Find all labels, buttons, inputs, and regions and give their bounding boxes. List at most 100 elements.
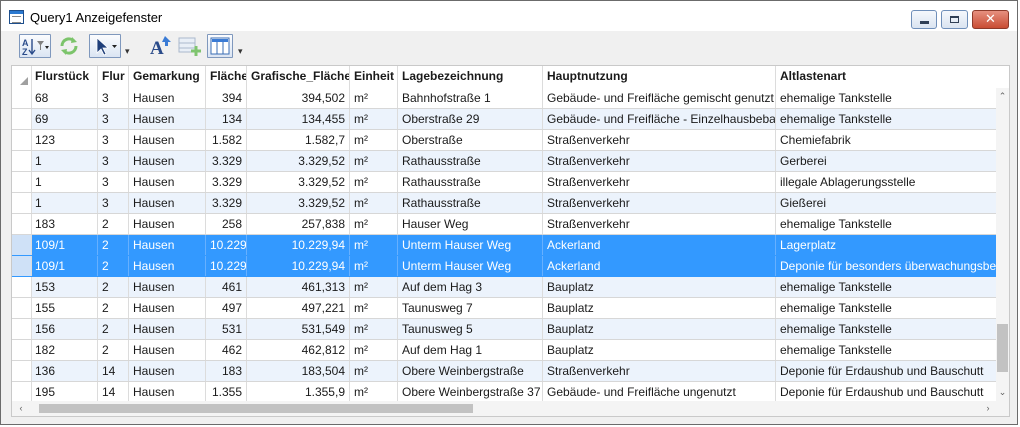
row-header[interactable] xyxy=(12,109,32,129)
vertical-scroll-thumb[interactable] xyxy=(997,324,1008,372)
minimize-button[interactable] xyxy=(911,10,937,29)
cell-gemarkung[interactable]: Hausen xyxy=(129,172,206,192)
cell-gemarkung[interactable]: Hausen xyxy=(129,193,206,213)
cell-hauptnutzung[interactable]: Straßenverkehr xyxy=(543,214,776,234)
cell-grafische-flaeche[interactable]: 531,549 xyxy=(247,319,350,339)
cell-lagebezeichnung[interactable]: Oberstraße 29 xyxy=(398,109,543,129)
cell-flaeche[interactable]: 134 xyxy=(206,109,247,129)
cell-flaeche[interactable]: 3.329 xyxy=(206,172,247,192)
cell-einheit[interactable]: m² xyxy=(350,361,398,381)
table-row[interactable]: 195 14 Hausen 1.355 1.355,9 m² Obere Weinbergs… xyxy=(12,382,997,403)
cell-hauptnutzung[interactable]: Bauplatz xyxy=(543,277,776,297)
row-header[interactable] xyxy=(12,193,32,213)
cell-einheit[interactable]: m² xyxy=(350,130,398,150)
cell-flurstueck[interactable]: 109/1 xyxy=(31,256,98,276)
cell-grafische-flaeche[interactable]: 134,455 xyxy=(247,109,350,129)
cell-flur[interactable]: 3 xyxy=(98,130,129,150)
table-row[interactable]: 1 3 Hausen 3.329 3.329,52 m² Rathausstraße Stra… xyxy=(12,151,997,172)
cell-gemarkung[interactable]: Hausen xyxy=(129,88,206,108)
cell-flurstueck[interactable]: 1 xyxy=(31,151,98,171)
cell-flur[interactable]: 2 xyxy=(98,214,129,234)
table-row[interactable]: 1 3 Hausen 3.329 3.329,52 m² Rathausstraße Stra… xyxy=(12,193,997,214)
cell-lagebezeichnung[interactable]: Obere Weinbergstraße 37 xyxy=(398,382,543,402)
horizontal-scroll-thumb[interactable] xyxy=(39,404,473,413)
cell-flur[interactable]: 3 xyxy=(98,109,129,129)
cell-flurstueck[interactable]: 195 xyxy=(31,382,98,402)
table-row[interactable]: 69 3 Hausen 134 134,455 m² Oberstraße 29 Gebäud… xyxy=(12,109,997,130)
cell-flurstueck[interactable]: 68 xyxy=(31,88,98,108)
cell-flur[interactable]: 2 xyxy=(98,256,129,276)
horizontal-scrollbar[interactable]: ‹ › xyxy=(12,401,997,416)
cell-gemarkung[interactable]: Hausen xyxy=(129,214,206,234)
cell-altlastenart[interactable]: ehemalige Tankstelle xyxy=(776,298,997,318)
table-row[interactable]: 182 2 Hausen 462 462,812 m² Auf dem Hag 1 Baupl… xyxy=(12,340,997,361)
cell-flur[interactable]: 2 xyxy=(98,298,129,318)
cell-flurstueck[interactable]: 182 xyxy=(31,340,98,360)
cell-flaeche[interactable]: 3.329 xyxy=(206,193,247,213)
row-header[interactable] xyxy=(12,256,32,276)
cell-grafische-flaeche[interactable]: 3.329,52 xyxy=(247,151,350,171)
cell-flurstueck[interactable]: 156 xyxy=(31,319,98,339)
cell-einheit[interactable]: m² xyxy=(350,235,398,255)
cell-hauptnutzung[interactable]: Straßenverkehr xyxy=(543,130,776,150)
cell-einheit[interactable]: m² xyxy=(350,277,398,297)
column-view-button[interactable] xyxy=(207,34,233,58)
cell-flurstueck[interactable]: 183 xyxy=(31,214,98,234)
cell-flaeche[interactable]: 258 xyxy=(206,214,247,234)
cell-hauptnutzung[interactable]: Straßenverkehr xyxy=(543,151,776,171)
cell-einheit[interactable]: m² xyxy=(350,172,398,192)
column-header-einheit[interactable]: Einheit xyxy=(350,66,398,88)
cell-gemarkung[interactable]: Hausen xyxy=(129,340,206,360)
cell-grafische-flaeche[interactable]: 10.229,94 xyxy=(247,256,350,276)
cell-einheit[interactable]: m² xyxy=(350,88,398,108)
cell-altlastenart[interactable]: Deponie für besonders überwachungsbedürf… xyxy=(776,256,997,276)
cell-gemarkung[interactable]: Hausen xyxy=(129,109,206,129)
query-result-grid[interactable]: Flurstück Flur Gemarkung Fläche Grafisch… xyxy=(11,65,1010,417)
cell-lagebezeichnung[interactable]: Rathausstraße xyxy=(398,172,543,192)
cell-hauptnutzung[interactable]: Ackerland xyxy=(543,256,776,276)
column-header-hauptnutzung[interactable]: Hauptnutzung xyxy=(543,66,776,88)
row-header[interactable] xyxy=(12,382,32,402)
cell-hauptnutzung[interactable]: Ackerland xyxy=(543,235,776,255)
cell-grafische-flaeche[interactable]: 1.582,7 xyxy=(247,130,350,150)
refresh-button[interactable] xyxy=(57,34,81,58)
row-header[interactable] xyxy=(12,88,32,108)
cell-hauptnutzung[interactable]: Gebäude- und Freifläche - Einzelhausbeba… xyxy=(543,109,776,129)
maximize-button[interactable] xyxy=(941,10,968,29)
cell-gemarkung[interactable]: Hausen xyxy=(129,319,206,339)
cell-lagebezeichnung[interactable]: Rathausstraße xyxy=(398,151,543,171)
cell-altlastenart[interactable]: ehemalige Tankstelle xyxy=(776,88,997,108)
cell-hauptnutzung[interactable]: Gebäude- und Freifläche gemischt genutzt xyxy=(543,88,776,108)
row-header[interactable] xyxy=(12,340,32,360)
cell-einheit[interactable]: m² xyxy=(350,298,398,318)
cell-flurstueck[interactable]: 136 xyxy=(31,361,98,381)
cell-flur[interactable]: 3 xyxy=(98,151,129,171)
cell-lagebezeichnung[interactable]: Unterm Hauser Weg xyxy=(398,235,543,255)
table-row[interactable]: 153 2 Hausen 461 461,313 m² Auf dem Hag 3 Baupl… xyxy=(12,277,997,298)
column-header-grafische-flaeche[interactable]: Grafische_Fläche xyxy=(247,66,350,88)
cell-flurstueck[interactable]: 1 xyxy=(31,193,98,213)
row-header[interactable] xyxy=(12,361,32,381)
cell-flaeche[interactable]: 10.229 xyxy=(206,256,247,276)
cell-altlastenart[interactable]: ehemalige Tankstelle xyxy=(776,319,997,339)
sort-filter-button[interactable]: A Z xyxy=(19,34,51,58)
cell-flur[interactable]: 14 xyxy=(98,382,129,402)
cell-lagebezeichnung[interactable]: Hauser Weg xyxy=(398,214,543,234)
cell-einheit[interactable]: m² xyxy=(350,151,398,171)
cell-hauptnutzung[interactable]: Straßenverkehr xyxy=(543,361,776,381)
cell-altlastenart[interactable]: illegale Ablagerungsstelle xyxy=(776,172,997,192)
cell-flurstueck[interactable]: 69 xyxy=(31,109,98,129)
cell-lagebezeichnung[interactable]: Rathausstraße xyxy=(398,193,543,213)
toolbar-overflow-icon[interactable]: ▾ xyxy=(238,46,243,57)
table-row[interactable]: 109/1 2 Hausen 10.229 10.229,94 m² Unterm Haus… xyxy=(12,256,997,277)
cell-gemarkung[interactable]: Hausen xyxy=(129,235,206,255)
column-header-flurstueck[interactable]: Flurstück xyxy=(31,66,98,88)
cell-altlastenart[interactable]: Deponie für Erdaushub und Bauschutt xyxy=(776,382,997,402)
cell-flaeche[interactable]: 461 xyxy=(206,277,247,297)
cell-lagebezeichnung[interactable]: Auf dem Hag 1 xyxy=(398,340,543,360)
add-row-button[interactable] xyxy=(177,34,203,58)
cell-flur[interactable]: 2 xyxy=(98,340,129,360)
table-row[interactable]: 136 14 Hausen 183 183,504 m² Obere Weinbergstr… xyxy=(12,361,997,382)
cell-hauptnutzung[interactable]: Bauplatz xyxy=(543,340,776,360)
cell-lagebezeichnung[interactable]: Auf dem Hag 3 xyxy=(398,277,543,297)
